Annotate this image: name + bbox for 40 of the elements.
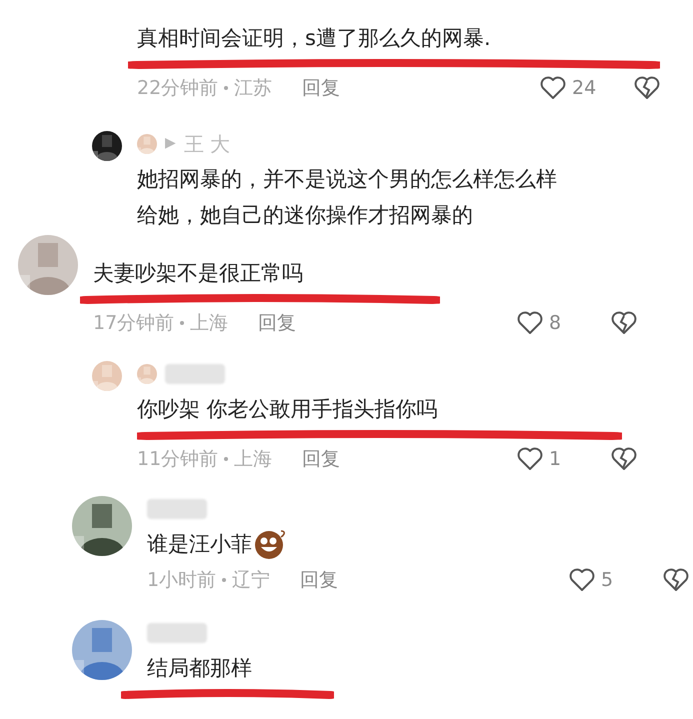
broken-heart-icon[interactable] (611, 310, 637, 335)
like-count: 8 (549, 310, 562, 336)
heart-icon[interactable] (569, 568, 595, 592)
heart-icon[interactable] (517, 447, 543, 472)
comment-text: 她招网暴的，并不是说这个男的怎么样怎么样给她，她自己的迷你操作才招网暴的 (137, 166, 558, 228)
dot-separator (224, 86, 228, 90)
blurred-name (165, 364, 225, 384)
comment-time: 1小时前 (147, 568, 216, 592)
broken-heart-icon[interactable] (663, 568, 689, 592)
comment-time: 17分钟前 (93, 310, 174, 336)
dot-separator (180, 320, 184, 325)
emoji-icon (254, 528, 288, 560)
comment-location: 辽宁 (232, 568, 270, 592)
author-name: 王 大 (184, 130, 230, 158)
comment-text: 结局都那样 (147, 655, 252, 682)
reply-link[interactable]: 回复 (300, 566, 338, 594)
heart-icon[interactable] (517, 310, 543, 335)
dot-separator (222, 578, 226, 582)
play-arrow: ▶ (165, 134, 176, 153)
reply-link[interactable]: 回复 (258, 308, 296, 337)
comment-location: 上海 (190, 310, 228, 336)
like-count: 5 (601, 568, 614, 592)
blurred-name (147, 498, 207, 518)
reply-link[interactable]: 回复 (302, 445, 340, 474)
like-count: 24 (572, 76, 598, 101)
dot-separator (224, 457, 228, 462)
comment-location: 江苏 (234, 76, 272, 101)
reply-link[interactable]: 回复 (302, 74, 340, 102)
comment-time: 22分钟前 (137, 76, 218, 101)
comment-text: 你吵架 你老公敢用手指头指你吗 (137, 396, 438, 423)
comment-text: 谁是汪小菲 (147, 530, 252, 558)
blurred-name (147, 623, 207, 643)
comment-location: 上海 (234, 447, 272, 472)
comment-text: 夫妻吵架不是很正常吗 (93, 260, 303, 286)
comment-time: 11分钟前 (137, 447, 218, 472)
broken-heart-icon[interactable] (611, 447, 637, 472)
heart-icon[interactable] (540, 76, 566, 100)
like-count: 1 (549, 447, 562, 472)
broken-heart-icon[interactable] (634, 76, 660, 100)
comment-text: 真相时间会证明，s遭了那么久的网暴. (137, 25, 491, 52)
